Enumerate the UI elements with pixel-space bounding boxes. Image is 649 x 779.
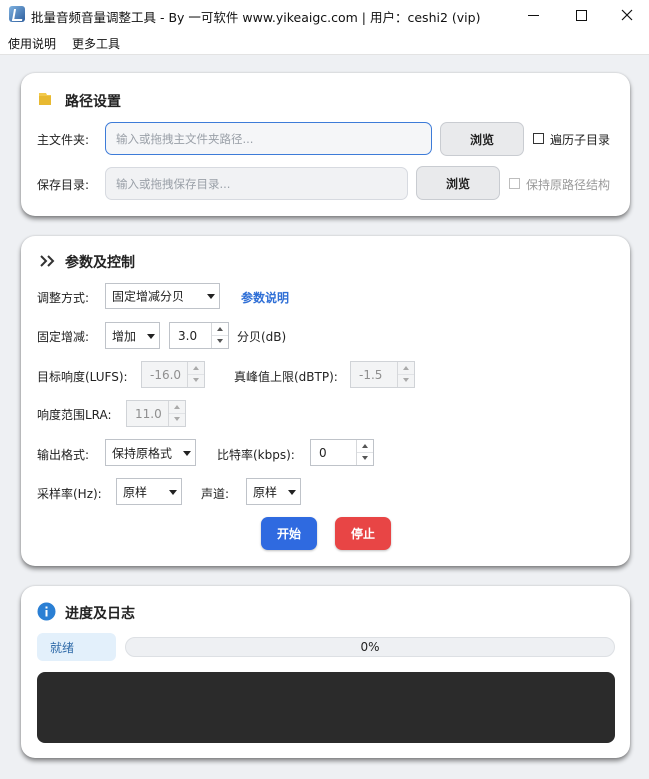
- double-chevron-right-icon: [40, 255, 55, 267]
- spin-down-icon[interactable]: [357, 453, 373, 466]
- channel-select[interactable]: 原样: [246, 478, 301, 505]
- lra-value: 11.0: [135, 406, 162, 421]
- mode-select-value: 固定增减分贝: [112, 289, 185, 304]
- spin-up-icon[interactable]: [212, 323, 228, 336]
- bitrate-value: 0: [319, 445, 327, 460]
- fixed-amount-spinbox[interactable]: 3.0: [169, 322, 229, 349]
- status-badge: 就绪: [37, 633, 116, 661]
- minimize-button[interactable]: [510, 0, 556, 30]
- sample-rate-select[interactable]: 原样: [116, 478, 182, 505]
- window-title: 批量音频音量调整工具 - By 一可软件 www.yikeaigc.com | …: [31, 10, 481, 25]
- sample-rate-value: 原样: [123, 485, 148, 499]
- spin-up-icon[interactable]: [169, 401, 185, 414]
- keep-structure-label: 保持原路径结构: [526, 178, 611, 192]
- spin-up-icon[interactable]: [188, 362, 204, 375]
- fixed-direction-select[interactable]: 增加: [105, 322, 160, 349]
- true-peak-value: -1.5: [359, 367, 383, 382]
- chevron-down-icon: [147, 333, 155, 339]
- save-dir-label: 保存目录:: [37, 178, 90, 192]
- keep-structure-checkbox[interactable]: [509, 178, 520, 189]
- main-folder-input[interactable]: [105, 122, 432, 155]
- section-title-path: 路径设置: [65, 94, 121, 110]
- minimize-icon: [527, 14, 539, 16]
- param-help-link[interactable]: 参数说明: [241, 289, 289, 306]
- chevron-down-icon: [207, 294, 215, 299]
- traverse-subdir-label: 遍历子目录: [550, 133, 611, 147]
- save-dir-input[interactable]: [105, 167, 408, 200]
- folder-icon: [39, 93, 51, 105]
- app-icon: [9, 6, 25, 22]
- stop-button[interactable]: 停止: [335, 517, 391, 550]
- spin-down-icon[interactable]: [398, 375, 414, 388]
- section-title-params: 参数及控制: [65, 255, 135, 271]
- info-icon: [37, 602, 56, 621]
- lufs-spinbox[interactable]: -16.0: [141, 361, 205, 388]
- spin-up-icon[interactable]: [398, 362, 414, 375]
- bitrate-label: 比特率(kbps):: [217, 448, 295, 462]
- lra-label: 响度范围LRA:: [37, 408, 112, 422]
- lufs-value: -16.0: [150, 367, 182, 382]
- menu-bar: 使用说明 更多工具: [0, 30, 649, 55]
- menu-more-tools[interactable]: 更多工具: [72, 35, 120, 52]
- browse-save-dir-button[interactable]: 浏览: [416, 166, 500, 200]
- traverse-subdir-checkbox[interactable]: [533, 133, 544, 144]
- true-peak-label: 真峰值上限(dBTP):: [234, 370, 338, 384]
- browse-main-folder-button[interactable]: 浏览: [440, 122, 524, 156]
- start-button[interactable]: 开始: [261, 517, 317, 550]
- spin-down-icon[interactable]: [188, 375, 204, 388]
- output-format-select[interactable]: 保持原格式: [105, 439, 196, 466]
- close-icon: [621, 9, 633, 21]
- true-peak-spinbox[interactable]: -1.5: [350, 361, 415, 388]
- maximize-icon: [575, 9, 587, 21]
- close-button[interactable]: [604, 0, 649, 30]
- spin-down-icon[interactable]: [169, 414, 185, 427]
- chevron-down-icon: [288, 489, 296, 495]
- menu-usage-guide[interactable]: 使用说明: [8, 35, 56, 52]
- spin-down-icon[interactable]: [212, 336, 228, 349]
- fixed-unit-label: 分贝(dB): [237, 330, 287, 344]
- title-bar: 批量音频音量调整工具 - By 一可软件 www.yikeaigc.com | …: [0, 0, 649, 30]
- section-title-progress: 进度及日志: [65, 606, 135, 622]
- bitrate-spinbox[interactable]: 0: [310, 439, 374, 466]
- lufs-label: 目标响度(LUFS):: [37, 370, 128, 384]
- fixed-adjust-label: 固定增减:: [37, 330, 90, 344]
- progress-percent: 0%: [360, 640, 380, 654]
- fixed-direction-value: 增加: [112, 329, 137, 343]
- log-output[interactable]: [37, 672, 615, 743]
- main-folder-label: 主文件夹:: [37, 133, 90, 147]
- progress-bar: 0%: [125, 637, 615, 657]
- lra-spinbox[interactable]: 11.0: [126, 400, 186, 427]
- channel-value: 原样: [253, 485, 278, 499]
- spin-up-icon[interactable]: [357, 440, 373, 453]
- sample-rate-label: 采样率(Hz):: [37, 487, 102, 501]
- mode-label: 调整方式:: [37, 291, 90, 305]
- fixed-amount-value: 3.0: [178, 328, 198, 343]
- chevron-down-icon: [169, 489, 177, 495]
- output-format-value: 保持原格式: [112, 446, 173, 460]
- maximize-button[interactable]: [558, 0, 604, 30]
- output-format-label: 输出格式:: [37, 448, 90, 462]
- chevron-down-icon: [183, 450, 191, 456]
- channel-label: 声道:: [201, 487, 230, 501]
- mode-select[interactable]: 固定增减分贝: [105, 283, 220, 309]
